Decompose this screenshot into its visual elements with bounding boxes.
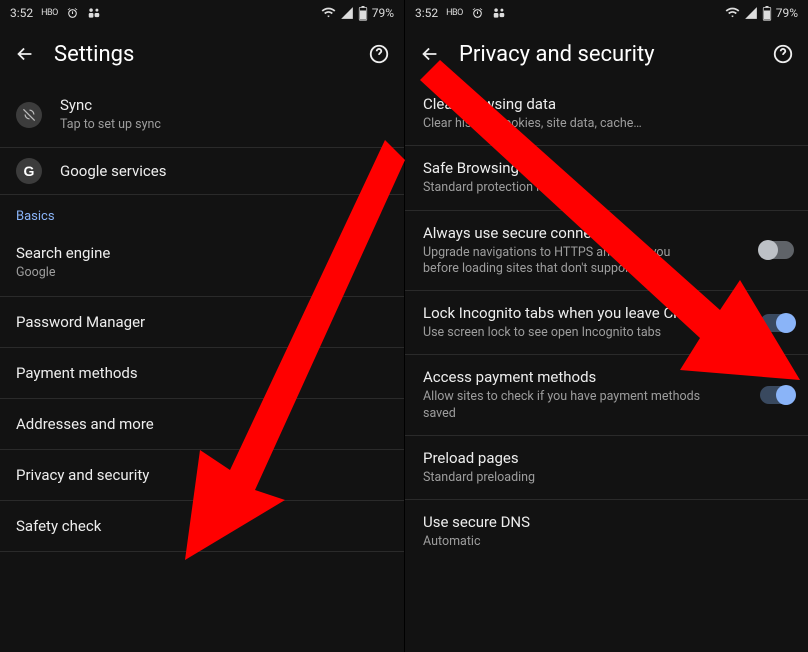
password-manager-row[interactable]: Password Manager xyxy=(0,297,404,348)
signal-icon xyxy=(744,6,758,20)
list-subtitle: Use screen lock to see open Incognito ta… xyxy=(423,325,723,341)
hbo-icon: HBO xyxy=(41,8,58,18)
google-services-row[interactable]: G Google services xyxy=(0,148,404,195)
privacy-list: Clear browsing data Clear history, cooki… xyxy=(405,82,808,652)
list-title: Safety check xyxy=(16,517,388,535)
secure-connections-row[interactable]: Always use secure connections Upgrade na… xyxy=(405,211,808,292)
sync-title: Sync xyxy=(60,96,388,114)
teams-icon xyxy=(87,6,101,20)
sync-subtitle: Tap to set up sync xyxy=(60,117,388,133)
teams-icon xyxy=(492,6,506,20)
back-arrow-icon[interactable] xyxy=(14,43,36,65)
status-bar: 3:52 HBO 79% xyxy=(0,0,404,26)
status-bar: 3:52 HBO 79% xyxy=(405,0,808,26)
list-title: Password Manager xyxy=(16,313,388,331)
payment-methods-row[interactable]: Payment methods xyxy=(0,348,404,399)
list-title: Addresses and more xyxy=(16,415,388,433)
list-subtitle: Google xyxy=(16,265,388,281)
help-icon[interactable] xyxy=(772,43,794,65)
privacy-security-row[interactable]: Privacy and security xyxy=(0,450,404,501)
status-time: 3:52 xyxy=(415,6,438,20)
status-time: 3:52 xyxy=(10,6,33,20)
clear-browsing-data-row[interactable]: Clear browsing data Clear history, cooki… xyxy=(405,82,808,146)
basics-section-label: Basics xyxy=(0,195,404,230)
wifi-icon xyxy=(725,6,740,21)
safety-check-row[interactable]: Safety check xyxy=(0,501,404,552)
google-icon: G xyxy=(16,158,42,184)
privacy-screen: 3:52 HBO 79% Privacy and security Clear … xyxy=(404,0,808,652)
help-icon[interactable] xyxy=(368,43,390,65)
lock-incognito-row[interactable]: Lock Incognito tabs when you leave Chrom… xyxy=(405,291,808,355)
list-title: Payment methods xyxy=(16,364,388,382)
battery-icon xyxy=(358,6,368,21)
preload-pages-row[interactable]: Preload pages Standard preloading xyxy=(405,436,808,500)
sync-row[interactable]: Sync Tap to set up sync xyxy=(0,82,404,148)
secure-dns-row[interactable]: Use secure DNS Automatic xyxy=(405,500,808,563)
list-title: Preload pages xyxy=(423,449,736,467)
privacy-header: Privacy and security xyxy=(405,26,808,82)
sync-off-icon xyxy=(16,102,42,128)
list-subtitle: Clear history, cookies, site data, cache… xyxy=(423,116,723,132)
settings-list: Sync Tap to set up sync G Google service… xyxy=(0,82,404,652)
signal-icon xyxy=(340,6,354,20)
access-payment-toggle[interactable] xyxy=(760,386,794,404)
settings-header: Settings xyxy=(0,26,404,82)
addresses-row[interactable]: Addresses and more xyxy=(0,399,404,450)
list-title: Access payment methods xyxy=(423,368,736,386)
battery-icon xyxy=(762,6,772,21)
secure-connections-toggle[interactable] xyxy=(760,241,794,259)
status-battery: 79% xyxy=(372,6,394,20)
alarm-icon xyxy=(66,7,79,20)
list-title: Search engine xyxy=(16,244,388,262)
list-title: Use secure DNS xyxy=(423,513,736,531)
page-title: Privacy and security xyxy=(459,42,754,67)
page-title: Settings xyxy=(54,42,350,67)
search-engine-row[interactable]: Search engine Google xyxy=(0,230,404,296)
wifi-icon xyxy=(321,6,336,21)
lock-incognito-toggle[interactable] xyxy=(760,314,794,332)
alarm-icon xyxy=(471,7,484,20)
access-payment-row[interactable]: Access payment methods Allow sites to ch… xyxy=(405,355,808,436)
list-title: Lock Incognito tabs when you leave Chrom… xyxy=(423,304,736,322)
safe-browsing-row[interactable]: Safe Browsing Standard protection is on xyxy=(405,146,808,210)
list-subtitle: Standard protection is on xyxy=(423,180,723,196)
list-subtitle: Automatic xyxy=(423,534,723,550)
google-services-title: Google services xyxy=(60,162,388,180)
list-title: Privacy and security xyxy=(16,466,388,484)
status-battery: 79% xyxy=(776,6,798,20)
list-subtitle: Upgrade navigations to HTTPS and warn yo… xyxy=(423,245,703,278)
settings-screen: 3:52 HBO 79% Settings xyxy=(0,0,404,652)
list-title: Always use secure connections xyxy=(423,224,736,242)
list-subtitle: Allow sites to check if you have payment… xyxy=(423,389,703,422)
list-subtitle: Standard preloading xyxy=(423,470,723,486)
list-title: Safe Browsing xyxy=(423,159,736,177)
hbo-icon: HBO xyxy=(446,8,463,18)
list-title: Clear browsing data xyxy=(423,95,736,113)
back-arrow-icon[interactable] xyxy=(419,43,441,65)
